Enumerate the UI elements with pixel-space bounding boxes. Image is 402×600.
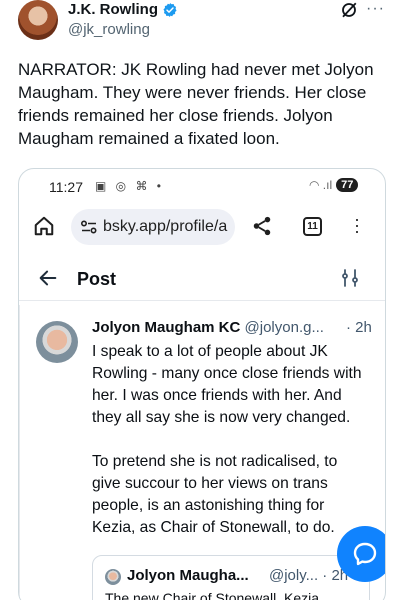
tweet-text: NARRATOR: JK Rowling had never met Jolyo…	[18, 60, 374, 148]
quoted-post-card[interactable]: Jolyon Maugha... @joly... · 2h The new C…	[92, 555, 370, 600]
bluesky-post[interactable]: Jolyon Maugham KC @jolyon.g... · 2h I sp…	[19, 305, 385, 600]
home-icon[interactable]	[33, 215, 55, 237]
author-name[interactable]: J.K. Rowling	[68, 1, 158, 18]
notification-icons: ▣ ◎ ⌘ •	[95, 179, 165, 193]
post-paragraph: To pretend she is not radicalised, to gi…	[92, 453, 338, 536]
post-page-header: Post	[19, 257, 385, 301]
more-options-icon[interactable]: ···	[366, 1, 385, 17]
tab-switcher-icon[interactable]: 11	[303, 217, 322, 236]
thread-settings-icon[interactable]	[341, 269, 359, 287]
post-author-name[interactable]: Jolyon Maugham KC	[92, 319, 240, 336]
author-avatar[interactable]	[18, 0, 58, 40]
quoted-author-handle: @joly... · 2h	[269, 567, 349, 584]
post-body: I speak to a lot of people about JK Rowl…	[92, 341, 368, 561]
chat-bubble-icon	[353, 542, 377, 566]
grok-icon[interactable]	[340, 1, 358, 19]
browser-toolbar: bsky.app/profile/a 11 · · ·	[19, 205, 385, 249]
tweet-header: J.K. Rowling @jk_rowling ···	[0, 0, 402, 48]
share-icon[interactable]	[251, 215, 273, 237]
tweet-media-screenshot[interactable]: 11:27 ▣ ◎ ⌘ • ◠ .ıl 77 bsky.app/profile/…	[18, 168, 386, 600]
author-handle[interactable]: @jk_rowling	[68, 21, 150, 38]
quoted-post-text: The new Chair of Stonewall, Kezia	[105, 590, 319, 600]
quoted-author-name: Jolyon Maugha...	[127, 567, 249, 584]
post-timestamp[interactable]: · 2h	[346, 319, 372, 336]
phone-status-bar: 11:27 ▣ ◎ ⌘ • ◠ .ıl 77	[19, 169, 385, 205]
post-meta[interactable]: Jolyon Maugham KC @jolyon.g...	[92, 319, 382, 336]
wifi-signal-icon: ◠ .ıl	[309, 178, 333, 192]
browser-menu-icon[interactable]: · · ·	[353, 210, 361, 240]
page-title: Post	[77, 269, 117, 289]
status-time: 11:27	[49, 179, 83, 195]
post-paragraph: I speak to a lot of people about JK Rowl…	[92, 343, 362, 426]
status-right: ◠ .ıl 77	[309, 178, 359, 192]
verified-badge-icon	[163, 2, 177, 17]
battery-indicator: 77	[336, 178, 359, 192]
site-settings-icon[interactable]	[81, 220, 97, 234]
back-arrow-icon[interactable]	[37, 267, 59, 289]
address-bar[interactable]: bsky.app/profile/a	[71, 209, 235, 245]
url-text[interactable]: bsky.app/profile/a	[103, 218, 227, 236]
compose-reply-button[interactable]	[337, 526, 385, 582]
quoted-author-avatar	[105, 569, 121, 585]
post-author-handle[interactable]: @jolyon.g...	[245, 319, 324, 336]
author-name-row[interactable]: J.K. Rowling	[68, 1, 178, 18]
post-author-avatar[interactable]	[36, 321, 78, 363]
